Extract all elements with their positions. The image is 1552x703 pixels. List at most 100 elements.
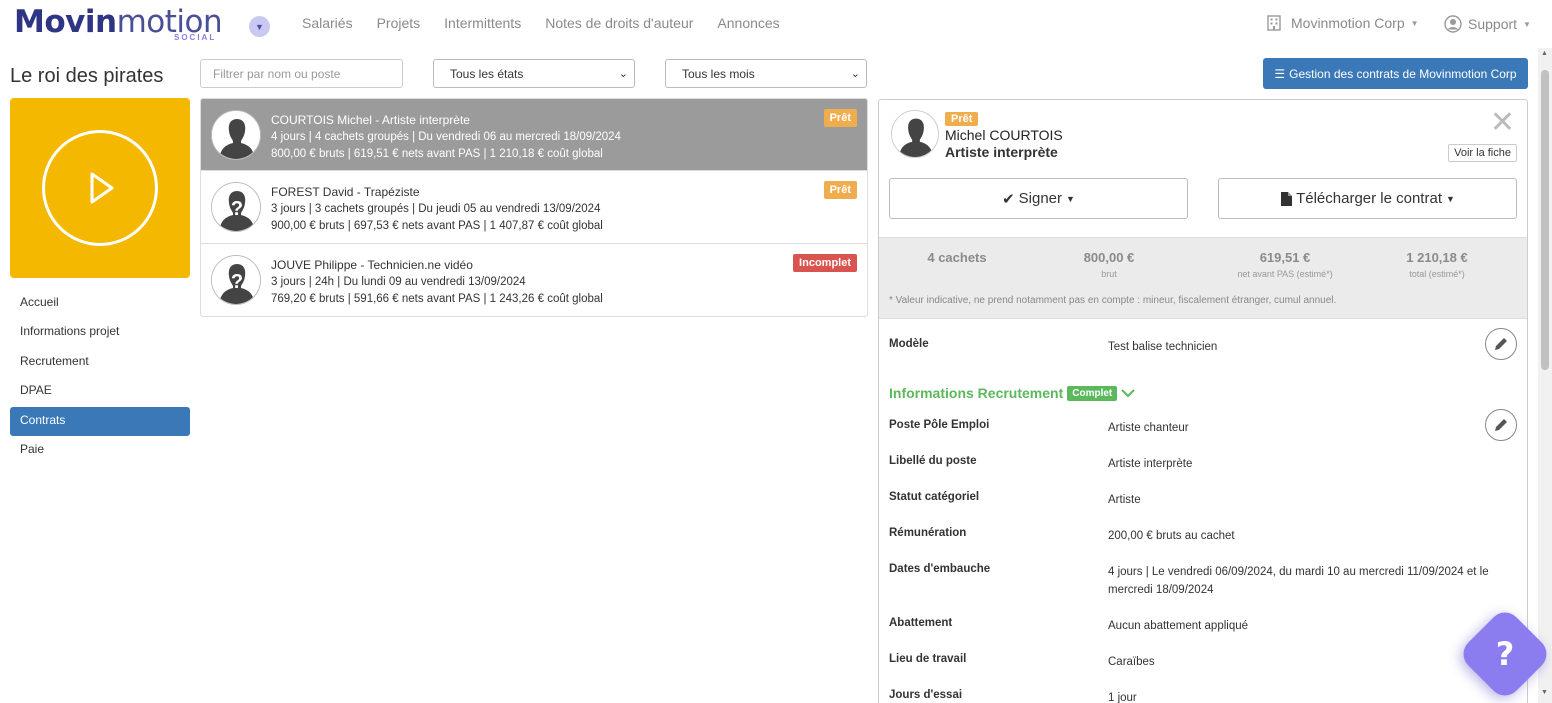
field-label: Rémunération <box>889 527 967 539</box>
svg-text:?: ? <box>231 271 243 293</box>
stat-net: 619,51 € net avant PAS (estimé*) <box>1237 250 1333 279</box>
sidebar-item-accueil[interactable]: Accueil <box>10 289 190 318</box>
contract-name: FOREST David - Trapéziste <box>271 185 420 200</box>
close-icon[interactable]: ✕ <box>1490 108 1515 138</box>
sign-button[interactable]: ✔ Signer ▼ <box>889 178 1188 219</box>
field-value: Test balise technicien <box>1108 341 1218 353</box>
field-value: 4 jours | Le vendredi 06/09/2024, du mar… <box>1108 566 1489 596</box>
top-navbar: Movinmotion SOCIAL ▼ Salariés Projets In… <box>0 0 1538 48</box>
contract-amounts: 800,00 € bruts | 619,51 € nets avant PAS… <box>271 148 603 160</box>
caret-down-icon: ▼ <box>1445 193 1455 204</box>
caret-down-icon: ▼ <box>1066 193 1075 204</box>
field-value: Aucun abattement appliqué <box>1108 620 1249 632</box>
field-label: Abattement <box>889 617 953 629</box>
avatar: ? <box>211 182 261 233</box>
avatar <box>211 110 261 160</box>
chevron-down-icon: ⌄ <box>850 68 860 80</box>
scrollbar-thumb[interactable] <box>1541 70 1549 370</box>
company-name: Movinmotion Corp <box>1291 15 1405 31</box>
nav-link-notes-droits-auteur[interactable]: Notes de droits d'auteur <box>545 15 693 31</box>
field-label: Jours d'essai <box>889 689 963 701</box>
month-select[interactable]: Tous les mois ⌄ <box>665 59 867 88</box>
nav-dropdown-toggle[interactable]: ▼ <box>249 16 270 37</box>
recruitment-section-header[interactable]: Informations Recrutement Complet <box>889 385 1135 401</box>
contract-row[interactable]: ? FOREST David - Trapéziste 3 jours | 3 … <box>201 171 867 244</box>
sidebar-item-paie[interactable]: Paie <box>10 436 190 465</box>
see-card-button[interactable]: Voir la fiche <box>1448 144 1517 162</box>
status-badge: Prêt <box>823 181 857 200</box>
unknown-person-icon: ? <box>212 183 260 232</box>
contract-detail-panel: Prêt Michel COURTOIS Artiste interprète … <box>878 99 1528 703</box>
avatar <box>891 110 939 158</box>
contract-name: JOUVE Philippe - Technicien.ne vidéo <box>271 257 473 272</box>
contract-list: COURTOIS Michel - Artiste interprète 4 j… <box>200 98 868 317</box>
unknown-person-icon: ? <box>212 255 260 304</box>
chevron-down-icon: ⌄ <box>618 68 628 80</box>
field-label: Statut catégoriel <box>889 491 980 503</box>
page-scrollbar[interactable]: ▲ ▼ <box>1538 48 1552 703</box>
help-question-icon[interactable]: ? <box>1471 620 1539 688</box>
sidebar-item-informations-projet[interactable]: Informations projet <box>10 318 190 347</box>
field-value: Artiste <box>1108 494 1141 506</box>
field-value: 200,00 € bruts au cachet <box>1108 530 1235 542</box>
person-silhouette-icon <box>212 111 260 159</box>
sidebar-item-dpae[interactable]: DPAE <box>10 377 190 406</box>
field-value: 1 jour <box>1108 692 1137 703</box>
edit-model-button[interactable] <box>1485 328 1517 360</box>
project-thumbnail[interactable] <box>10 98 190 278</box>
field-value: Caraïbes <box>1108 656 1155 668</box>
download-contract-button[interactable]: Télécharger le contrat ▼ <box>1218 178 1517 219</box>
stat-cachets: 4 cachets <box>927 250 987 265</box>
scroll-down-icon[interactable]: ▼ <box>1541 689 1548 696</box>
field-label: Lieu de travail <box>889 653 967 665</box>
file-icon <box>1281 191 1293 206</box>
manage-contracts-button[interactable]: ☰ Gestion des contrats de Movinmotion Co… <box>1263 58 1528 89</box>
sign-button-label: Signer <box>1018 190 1062 207</box>
movinmotion-logo[interactable]: Movinmotion SOCIAL <box>14 4 223 44</box>
contract-dates: 3 jours | 24h | Du lundi 09 au vendredi … <box>271 275 526 288</box>
chevron-down-icon <box>1121 389 1135 398</box>
contract-row[interactable]: COURTOIS Michel - Artiste interprète 4 j… <box>201 99 867 172</box>
project-title: Le roi des pirates <box>10 65 164 87</box>
support-dropdown[interactable]: Support ▼ <box>1444 15 1531 33</box>
pencil-icon <box>1495 338 1507 350</box>
nav-link-salaries[interactable]: Salariés <box>302 15 353 31</box>
logo-tagline: SOCIAL <box>174 33 217 42</box>
employee-name: Michel COURTOIS <box>945 127 1063 143</box>
stats-footnote: * Valeur indicative, ne prend notamment … <box>889 295 1337 306</box>
state-select[interactable]: Tous les états ⌄ <box>433 59 635 88</box>
sidebar-item-contrats[interactable]: Contrats <box>10 406 190 436</box>
employee-role: Artiste interprète <box>945 144 1058 160</box>
status-badge: Incomplet <box>793 253 857 272</box>
month-select-value: Tous les mois <box>682 66 755 81</box>
avatar: ? <box>211 254 261 305</box>
company-dropdown[interactable]: Movinmotion Corp ▼ <box>1267 15 1419 31</box>
user-circle-icon <box>1444 15 1462 33</box>
field-value: Artiste interprète <box>1108 458 1193 470</box>
contract-row[interactable]: ? JOUVE Philippe - Technicien.ne vidéo 3… <box>201 244 867 316</box>
contract-amounts: 900,00 € bruts | 697,53 € nets avant PAS… <box>271 220 603 233</box>
contract-stats: 4 cachets 800,00 € brut 619,51 € net ava… <box>879 237 1527 319</box>
nav-link-intermittents[interactable]: Intermittents <box>444 15 521 31</box>
status-badge: Prêt <box>823 109 857 127</box>
search-input[interactable]: Filtrer par nom ou poste <box>200 59 403 88</box>
scroll-up-icon[interactable]: ▲ <box>1541 50 1548 57</box>
stat-brut: 800,00 € brut <box>1083 250 1135 279</box>
field-value: Artiste chanteur <box>1108 422 1189 434</box>
chevron-down-icon: ▼ <box>255 21 264 32</box>
check-icon: ✔ <box>1002 190 1015 208</box>
nav-link-projets[interactable]: Projets <box>377 15 421 31</box>
field-label: Dates d'embauche <box>889 563 991 575</box>
sidebar-item-recrutement[interactable]: Recrutement <box>10 348 190 377</box>
play-icon <box>42 130 158 246</box>
status-badge: Prêt <box>945 112 979 126</box>
download-button-label: Télécharger le contrat <box>1296 190 1442 207</box>
field-label: Poste Pôle Emploi <box>889 419 990 431</box>
complete-badge: Complet <box>1067 385 1118 401</box>
contract-amounts: 769,20 € bruts | 591,66 € nets avant PAS… <box>271 292 603 305</box>
main-nav-links: Salariés Projets Intermittents Notes de … <box>302 15 780 31</box>
list-icon: ☰ <box>1274 66 1286 81</box>
field-label: Libellé du poste <box>889 455 977 467</box>
nav-link-annonces[interactable]: Annonces <box>717 15 779 31</box>
contract-dates: 3 jours | 3 cachets groupés | Du jeudi 0… <box>271 203 601 216</box>
